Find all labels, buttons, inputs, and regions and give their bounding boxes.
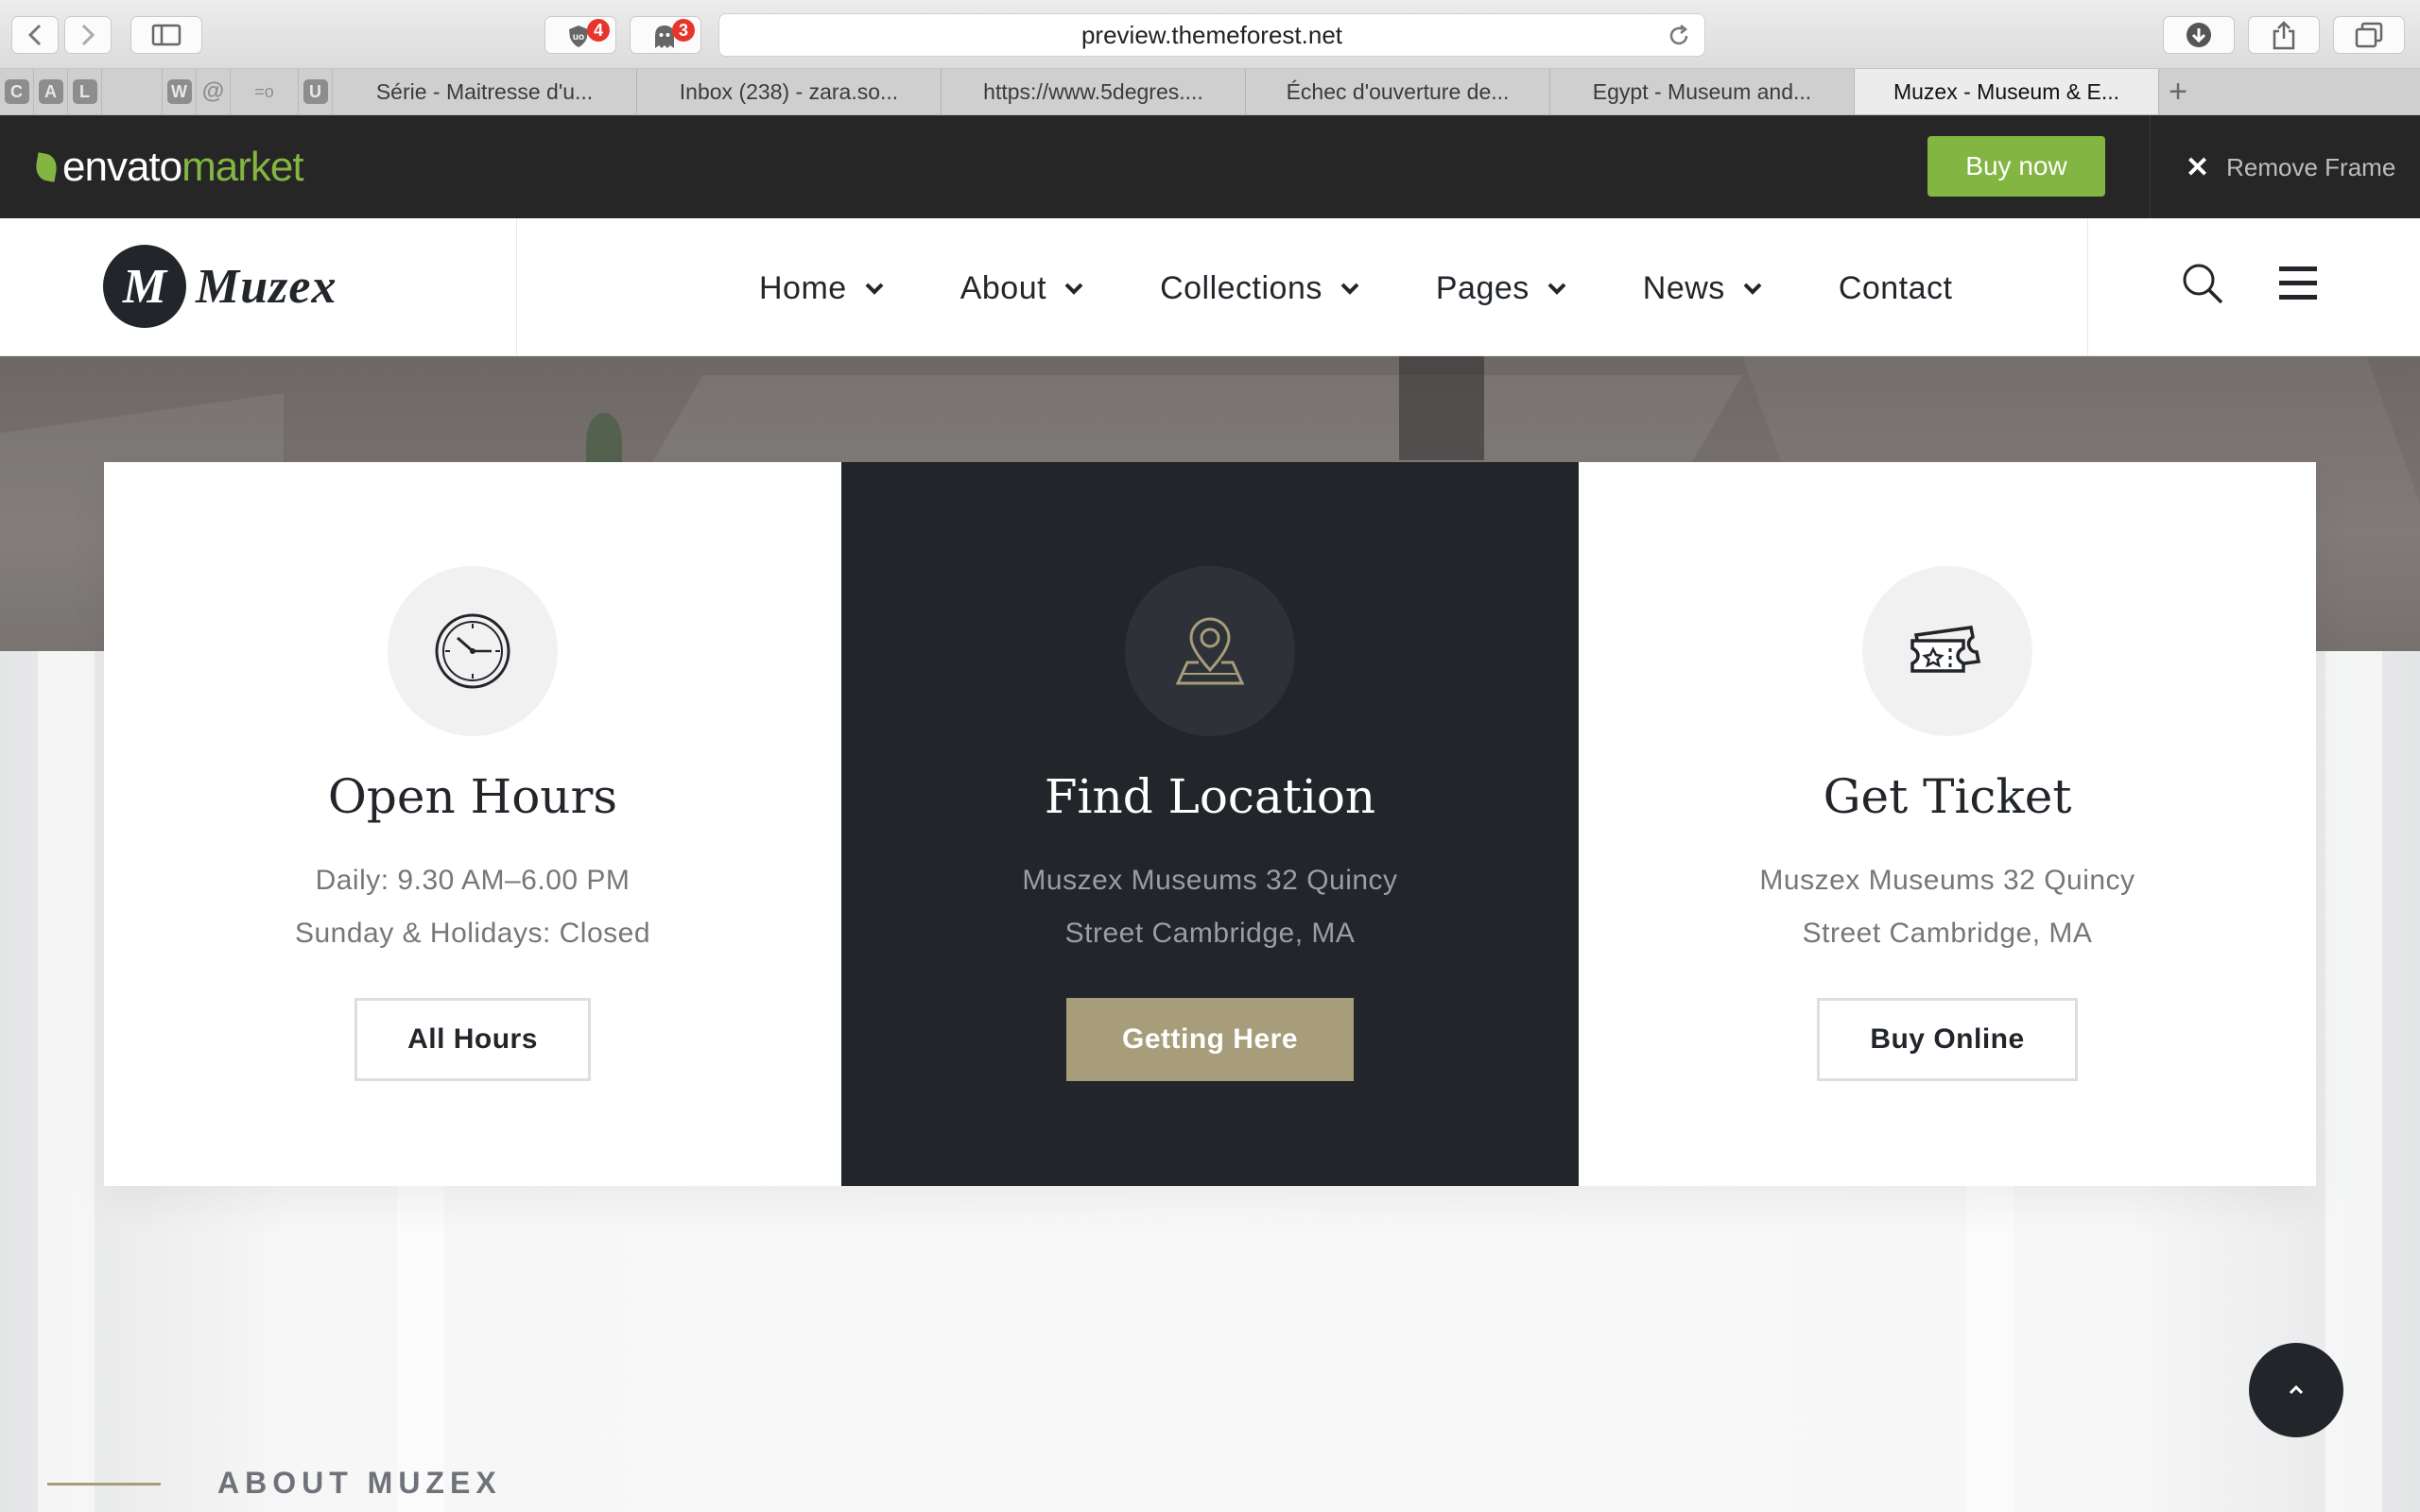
chevron-up-icon xyxy=(2289,1384,2304,1395)
share-button[interactable] xyxy=(2248,16,2320,54)
envato-logo[interactable]: envato market xyxy=(33,144,304,191)
plant-image xyxy=(586,413,622,470)
leaf-icon xyxy=(33,152,60,182)
map-pin-icon xyxy=(1175,617,1245,685)
sidebar-icon xyxy=(151,24,182,46)
tab-egypt[interactable]: Egypt - Museum and... xyxy=(1550,69,1855,114)
nav-home[interactable]: Home xyxy=(759,270,885,307)
card-find-location: Find Location Muszex Museums 32 Quincy S… xyxy=(841,462,1579,1186)
tab-bar: C A L W @ =o U Série - Maitresse d'u... … xyxy=(0,69,2420,115)
background-pillar xyxy=(397,1180,444,1512)
nav-about[interactable]: About xyxy=(960,270,1084,307)
ublock-badge: 4 xyxy=(587,19,610,42)
forward-button[interactable] xyxy=(64,16,112,54)
favorite-u[interactable]: U xyxy=(299,69,333,114)
share-icon xyxy=(2273,21,2295,50)
divider xyxy=(516,218,517,356)
all-hours-button[interactable]: All Hours xyxy=(354,998,591,1081)
tabs-overview-button[interactable] xyxy=(2333,16,2405,54)
logo-text: Muzex xyxy=(196,259,337,314)
ghostery-badge: 3 xyxy=(672,19,695,42)
card-text-line: Daily: 9.30 AM–6.00 PM xyxy=(315,865,631,896)
site-logo[interactable]: M Muzex xyxy=(103,245,337,328)
nav-news[interactable]: News xyxy=(1643,270,1763,307)
icon-circle xyxy=(1862,566,2032,736)
chevron-left-icon xyxy=(27,24,42,46)
section-accent-line xyxy=(47,1483,161,1486)
card-text-line: Street Cambridge, MA xyxy=(1802,918,2093,949)
tab-5degres[interactable]: https://www.5degres.... xyxy=(942,69,1246,114)
download-icon xyxy=(2187,23,2211,47)
card-title: Find Location xyxy=(1044,769,1376,824)
card-text-line: Muszex Museums 32 Quincy xyxy=(1759,865,2135,896)
site-header: M Muzex Home About Collections Pages New… xyxy=(0,218,2420,356)
background-pillar xyxy=(1966,1180,2014,1512)
nav-contact[interactable]: Contact xyxy=(1839,270,1953,307)
favorite-at[interactable]: @ xyxy=(197,69,231,114)
divider xyxy=(2150,115,2151,218)
chevron-down-icon xyxy=(865,283,884,295)
icon-circle xyxy=(1125,566,1295,736)
favorite-eq[interactable]: =o xyxy=(231,69,299,114)
nav-collections[interactable]: Collections xyxy=(1160,270,1360,307)
info-cards: Open Hours Daily: 9.30 AM–6.00 PM Sunday… xyxy=(104,462,2316,1186)
card-get-ticket: Get Ticket Muszex Museums 32 Quincy Stre… xyxy=(1579,462,2316,1186)
search-icon[interactable] xyxy=(2180,261,2225,306)
address-url: preview.themeforest.net xyxy=(1080,20,1343,49)
reload-icon[interactable] xyxy=(1667,24,1691,48)
clock-icon xyxy=(435,613,510,689)
card-text-line: Muszex Museums 32 Quincy xyxy=(1022,865,1398,896)
ghostery-extension-button[interactable]: 3 xyxy=(630,16,701,54)
card-text-line: Street Cambridge, MA xyxy=(1064,918,1356,949)
remove-frame-button[interactable]: ✕ Remove Frame xyxy=(2186,146,2395,188)
favorite-w[interactable]: W xyxy=(163,69,197,114)
back-button[interactable] xyxy=(11,16,59,54)
hero-shape xyxy=(1399,356,1484,460)
sidebar-button[interactable] xyxy=(130,16,202,54)
getting-here-button[interactable]: Getting Here xyxy=(1066,998,1354,1081)
envato-frame-bar: envato market Buy now ✕ Remove Frame xyxy=(0,115,2420,218)
ublock-extension-button[interactable]: uo 4 xyxy=(544,16,616,54)
card-open-hours: Open Hours Daily: 9.30 AM–6.00 PM Sunday… xyxy=(104,462,841,1186)
chevron-down-icon xyxy=(1340,283,1359,295)
logo-mark: M xyxy=(103,245,186,328)
divider xyxy=(2087,218,2088,356)
tab-inbox[interactable]: Inbox (238) - zara.so... xyxy=(637,69,942,114)
main-nav: Home About Collections Pages News Contac… xyxy=(759,262,1953,315)
plus-icon: + xyxy=(2169,73,2187,110)
nav-pages[interactable]: Pages xyxy=(1436,270,1567,307)
favorites-gap xyxy=(102,69,163,114)
favorite-c[interactable]: C xyxy=(0,69,34,114)
new-tab-button[interactable]: + xyxy=(2159,69,2197,114)
menu-icon[interactable] xyxy=(2277,263,2319,304)
address-bar[interactable]: preview.themeforest.net xyxy=(718,13,1705,57)
ticket-icon xyxy=(1910,626,1981,673)
remove-frame-label: Remove Frame xyxy=(2226,152,2396,181)
icon-circle xyxy=(388,566,558,736)
browser-toolbar: uo 4 3 preview.themeforest.net xyxy=(0,0,2420,69)
back-to-top-button[interactable] xyxy=(2249,1343,2343,1437)
background-pillar xyxy=(38,651,95,1512)
tab-echec[interactable]: Échec d'ouverture de... xyxy=(1246,69,1550,114)
tab-muzex[interactable]: Muzex - Museum & E... xyxy=(1855,69,2159,114)
buy-now-button[interactable]: Buy now xyxy=(1927,136,2105,197)
tab-serie[interactable]: Série - Maitresse d'u... xyxy=(333,69,637,114)
card-title: Open Hours xyxy=(327,769,618,824)
buy-online-button[interactable]: Buy Online xyxy=(1817,998,2078,1081)
chevron-down-icon xyxy=(1547,283,1566,295)
svg-text:uo: uo xyxy=(573,32,584,43)
chevron-down-icon xyxy=(1743,283,1762,295)
chevron-right-icon xyxy=(81,24,95,46)
tabs-overview-icon xyxy=(2355,22,2383,48)
card-title: Get Ticket xyxy=(1823,769,2072,824)
close-icon: ✕ xyxy=(2186,151,2210,183)
card-text-line: Sunday & Holidays: Closed xyxy=(294,918,651,949)
favorite-a[interactable]: A xyxy=(34,69,68,114)
downloads-button[interactable] xyxy=(2163,16,2235,54)
section-label: ABOUT MUZEX xyxy=(217,1466,502,1500)
favorite-l[interactable]: L xyxy=(68,69,102,114)
chevron-down-icon xyxy=(1064,283,1083,295)
